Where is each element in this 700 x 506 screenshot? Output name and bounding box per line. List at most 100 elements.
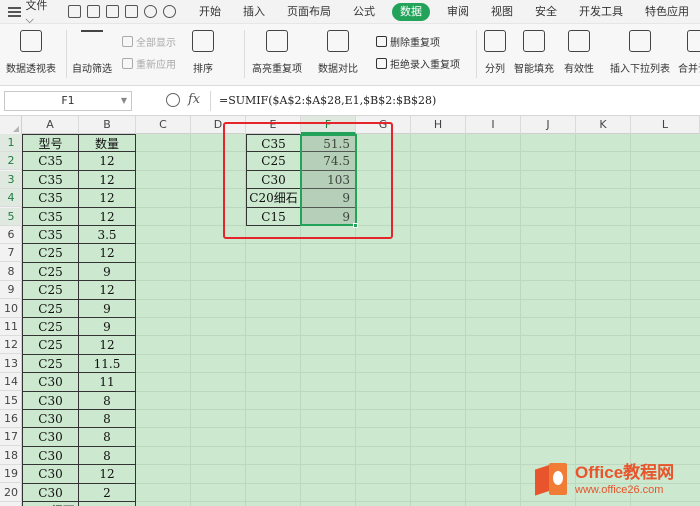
column-header-b[interactable]: B — [79, 116, 136, 134]
row-header[interactable]: 5 — [0, 207, 22, 226]
tab-insert[interactable]: 插入 — [232, 0, 276, 24]
cell-model[interactable]: C25 — [22, 244, 79, 263]
sort-button[interactable]: 排序 — [192, 30, 214, 75]
row-header[interactable]: 10 — [0, 300, 22, 318]
row-header[interactable]: 4 — [0, 189, 22, 208]
cell-model[interactable]: C25 — [22, 299, 79, 318]
row-header[interactable]: 11 — [0, 318, 22, 336]
row-header[interactable]: 12 — [0, 336, 22, 355]
cell-quantity[interactable]: 12 — [79, 189, 136, 208]
column-header-l[interactable]: L — [631, 116, 700, 134]
cell-quantity[interactable]: 2 — [79, 483, 136, 502]
cell-quantity[interactable]: 8 — [79, 391, 136, 410]
column-header-h[interactable]: H — [411, 116, 466, 134]
name-box[interactable]: F1 ▼ — [4, 91, 132, 111]
row-header[interactable]: 3 — [0, 170, 22, 189]
cell-quantity[interactable]: 9 — [79, 318, 136, 337]
row-header[interactable]: 21 — [0, 502, 22, 506]
row-header[interactable]: 2 — [0, 152, 22, 171]
cell-model[interactable]: 型号 — [22, 134, 79, 153]
tab-special[interactable]: 特色应用 — [634, 0, 700, 24]
file-menu[interactable]: 文件 ⌵ — [25, 0, 58, 27]
cell-quantity[interactable]: 8 — [79, 428, 136, 447]
cell-model[interactable]: C35 — [22, 207, 79, 226]
tab-review[interactable]: 审阅 — [436, 0, 480, 24]
cell-model[interactable]: C25 — [22, 262, 79, 282]
auto-filter-button[interactable]: 自动筛选 — [72, 30, 112, 75]
column-header-a[interactable]: A — [22, 116, 79, 134]
cell-quantity[interactable]: 9 — [79, 502, 136, 506]
cell-model[interactable]: C35 — [22, 189, 79, 208]
reapply-button[interactable]: 重新应用 — [122, 56, 176, 71]
merge-calc-button[interactable]: 合并计算 — [678, 30, 700, 75]
undo-icon[interactable] — [144, 5, 157, 18]
cell-quantity[interactable]: 9 — [79, 262, 136, 282]
tab-formulas[interactable]: 公式 — [342, 0, 386, 24]
cell-quantity[interactable]: 3.5 — [79, 226, 136, 245]
cell-quantity[interactable]: 9 — [79, 299, 136, 318]
cell-model[interactable]: C25 — [22, 281, 79, 300]
cell-quantity[interactable]: 数量 — [79, 134, 136, 153]
hamburger-icon[interactable] — [8, 6, 22, 17]
validity-button[interactable]: 有效性 — [564, 30, 594, 75]
column-header-c[interactable]: C — [136, 116, 191, 134]
tab-home[interactable]: 开始 — [188, 0, 232, 24]
row-header[interactable]: 18 — [0, 447, 22, 465]
cell-model[interactable]: C35 — [22, 226, 79, 245]
formula-input[interactable]: =SUMIF($A$2:$A$28,E1,$B$2:$B$28) — [210, 91, 698, 111]
tab-view[interactable]: 视图 — [480, 0, 524, 24]
column-header-i[interactable]: I — [466, 116, 521, 134]
data-compare-button[interactable]: 数据对比 — [318, 30, 358, 75]
delete-duplicates-button[interactable]: 删除重复项 — [376, 34, 440, 49]
zoom-icon[interactable] — [166, 93, 180, 107]
row-header[interactable]: 6 — [0, 226, 22, 244]
cell-quantity[interactable]: 11.5 — [79, 354, 136, 374]
show-all-button[interactable]: 全部显示 — [122, 34, 176, 49]
cell-quantity[interactable]: 12 — [79, 152, 136, 171]
row-header[interactable]: 19 — [0, 465, 22, 484]
cell-model[interactable]: C30 — [22, 373, 79, 392]
row-header[interactable]: 20 — [0, 484, 22, 502]
cell-model[interactable]: C35 — [22, 170, 79, 190]
reject-duplicates-button[interactable]: 拒绝录入重复项 — [376, 56, 460, 71]
cell-quantity[interactable]: 12 — [79, 281, 136, 300]
print-icon[interactable] — [106, 5, 119, 18]
cell-quantity[interactable]: 8 — [79, 410, 136, 429]
cell-quantity[interactable]: 8 — [79, 446, 136, 466]
tab-security[interactable]: 安全 — [524, 0, 568, 24]
insert-dropdown-button[interactable]: 插入下拉列表 — [610, 30, 670, 75]
smart-fill-button[interactable]: 智能填充 — [514, 30, 554, 75]
cell-model[interactable]: C35 — [22, 152, 79, 171]
cell-quantity[interactable]: 12 — [79, 170, 136, 190]
cell-quantity[interactable]: 11 — [79, 373, 136, 392]
cell-model[interactable]: C25 — [22, 354, 79, 374]
cell-model[interactable]: C30 — [22, 446, 79, 466]
select-all-corner[interactable] — [0, 116, 22, 134]
cell-model[interactable]: C30 — [22, 391, 79, 410]
cell-quantity[interactable]: 12 — [79, 207, 136, 226]
redo-icon[interactable] — [163, 5, 176, 18]
cell-quantity[interactable]: 12 — [79, 465, 136, 484]
tab-data[interactable]: 数据 — [392, 2, 430, 21]
cell-quantity[interactable]: 12 — [79, 336, 136, 355]
row-header[interactable]: 7 — [0, 244, 22, 263]
spreadsheet-grid[interactable]: A B C D E F G H I J K L 1 2 3 4 5 6 7 8 9 10 11 12 1… — [0, 116, 700, 506]
row-header[interactable]: 1 — [0, 134, 22, 152]
column-header-k[interactable]: K — [576, 116, 631, 134]
column-header-j[interactable]: J — [521, 116, 576, 134]
save-icon[interactable] — [68, 5, 81, 18]
cell-model[interactable]: C30 — [22, 465, 79, 484]
row-header[interactable]: 9 — [0, 281, 22, 300]
tab-developer[interactable]: 开发工具 — [568, 0, 634, 24]
cell-model[interactable]: C30 — [22, 483, 79, 502]
row-header[interactable]: 17 — [0, 428, 22, 447]
pivot-table-button[interactable]: 数据透视表 — [6, 30, 56, 75]
cell-model[interactable]: C30 — [22, 428, 79, 447]
cell-model[interactable]: C25 — [22, 318, 79, 337]
cell-model[interactable]: C25 — [22, 336, 79, 355]
tab-page-layout[interactable]: 页面布局 — [276, 0, 342, 24]
print-preview-icon[interactable] — [125, 5, 138, 18]
cell-quantity[interactable]: 12 — [79, 244, 136, 263]
highlight-duplicates-button[interactable]: 高亮重复项 — [252, 30, 302, 75]
fx-icon[interactable]: fx — [188, 92, 200, 107]
